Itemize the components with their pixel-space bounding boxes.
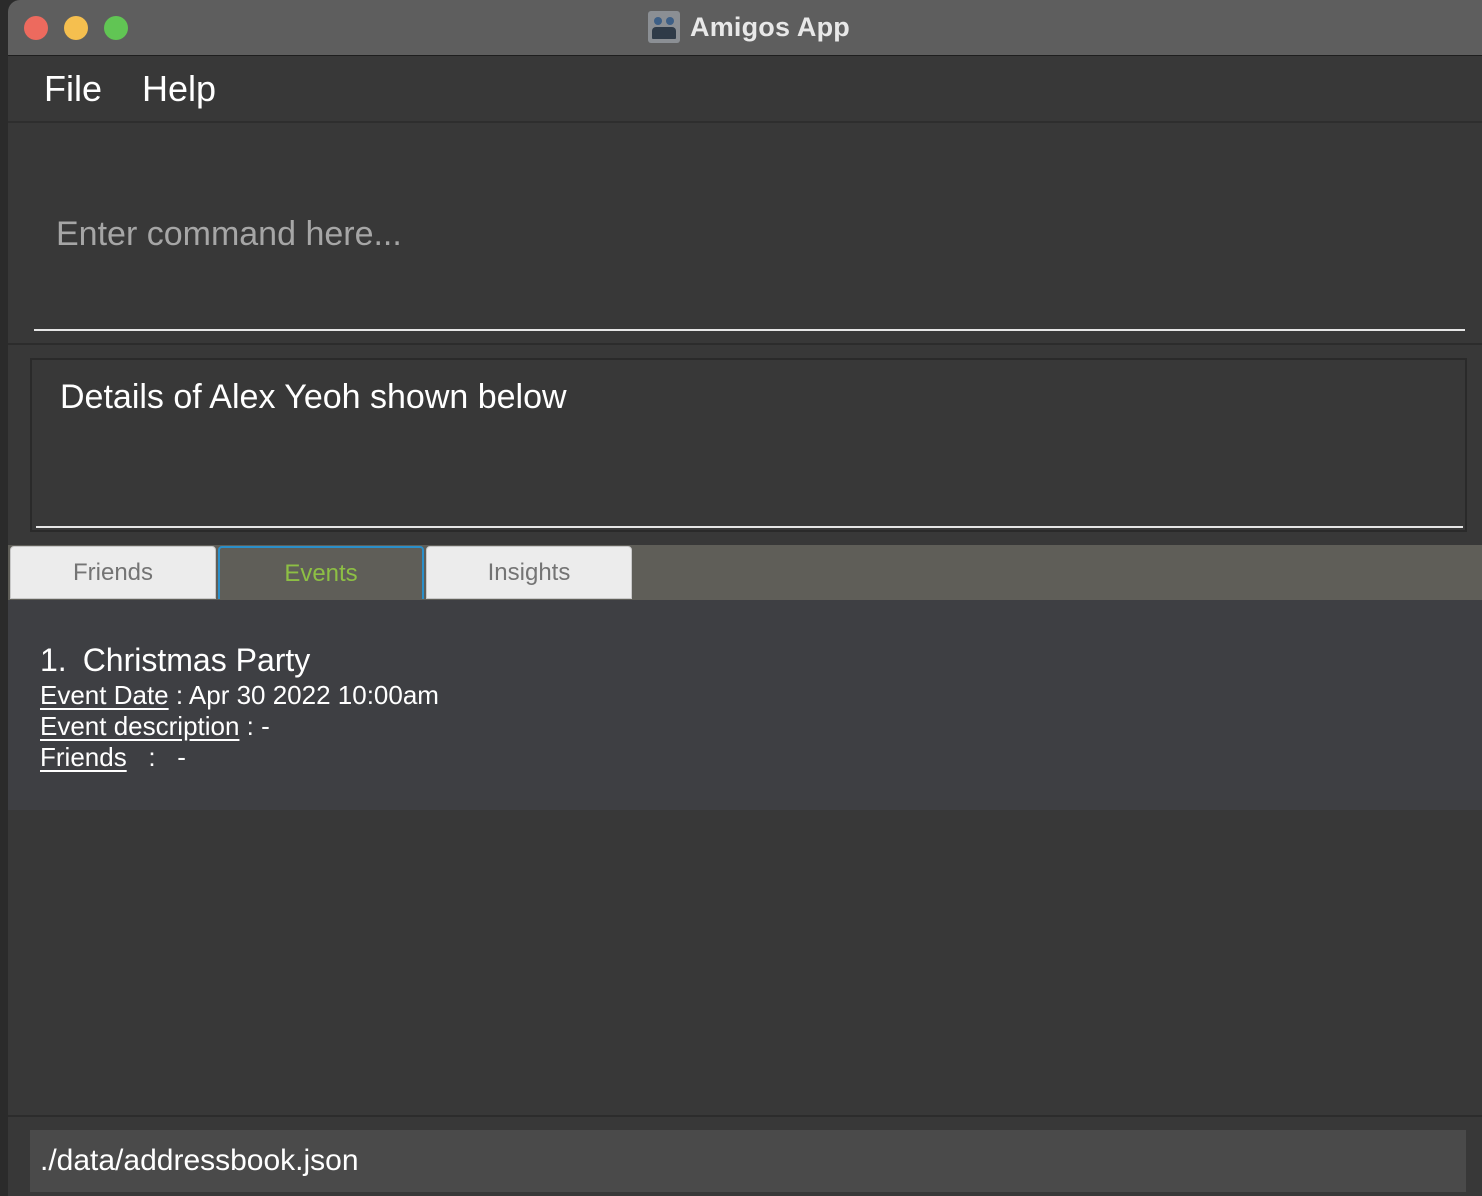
event-card[interactable]: 1. Christmas Party Event Date : Apr 30 20… bbox=[8, 600, 1482, 810]
event-friends-value: - bbox=[177, 742, 186, 772]
menu-help[interactable]: Help bbox=[142, 68, 216, 110]
event-date-value: Apr 30 2022 10:00am bbox=[188, 680, 439, 710]
tab-insights[interactable]: Insights bbox=[426, 546, 632, 599]
event-description-row: Event description : - bbox=[40, 711, 270, 742]
event-date-label: Event Date bbox=[40, 680, 169, 710]
app-icon bbox=[648, 11, 680, 43]
event-friends-row: Friends : - bbox=[40, 742, 186, 773]
event-date-separator: : bbox=[168, 680, 189, 710]
command-input[interactable] bbox=[34, 139, 1465, 331]
result-message: Details of Alex Yeoh shown below bbox=[60, 378, 567, 416]
tab-events[interactable]: Events bbox=[218, 546, 424, 599]
tab-bar: Friends Events Insights bbox=[8, 545, 1482, 600]
event-friends-label: Friends bbox=[40, 742, 127, 772]
event-list[interactable]: 1. Christmas Party Event Date : Apr 30 20… bbox=[8, 600, 1482, 1115]
window-title: Amigos App bbox=[690, 11, 850, 42]
result-underline bbox=[36, 526, 1463, 528]
event-friends-separator: : bbox=[126, 742, 178, 772]
save-location: ./data/addressbook.json bbox=[30, 1130, 1466, 1192]
close-window-button[interactable] bbox=[24, 16, 48, 40]
status-bar: ./data/addressbook.json bbox=[8, 1115, 1482, 1196]
event-description-separator: : bbox=[239, 711, 262, 741]
title-bar[interactable]: Amigos App bbox=[8, 0, 1482, 56]
maximize-window-button[interactable] bbox=[104, 16, 128, 40]
event-index: 1. bbox=[40, 642, 67, 678]
app-window: Amigos App File Help Details of Alex Yeo… bbox=[8, 0, 1482, 1196]
tab-friends[interactable]: Friends bbox=[10, 546, 216, 599]
minimize-window-button[interactable] bbox=[64, 16, 88, 40]
menu-file[interactable]: File bbox=[44, 68, 102, 110]
event-description-label: Event description bbox=[40, 711, 240, 741]
result-display: Details of Alex Yeoh shown below bbox=[30, 358, 1467, 532]
command-box bbox=[8, 125, 1482, 345]
event-title: 1. Christmas Party bbox=[40, 642, 310, 679]
event-name: Christmas Party bbox=[82, 642, 311, 678]
event-description-value: - bbox=[261, 711, 270, 741]
menu-bar: File Help bbox=[8, 57, 1482, 123]
event-date-row: Event Date : Apr 30 2022 10:00am bbox=[40, 680, 439, 711]
window-title-group: Amigos App bbox=[648, 10, 850, 44]
